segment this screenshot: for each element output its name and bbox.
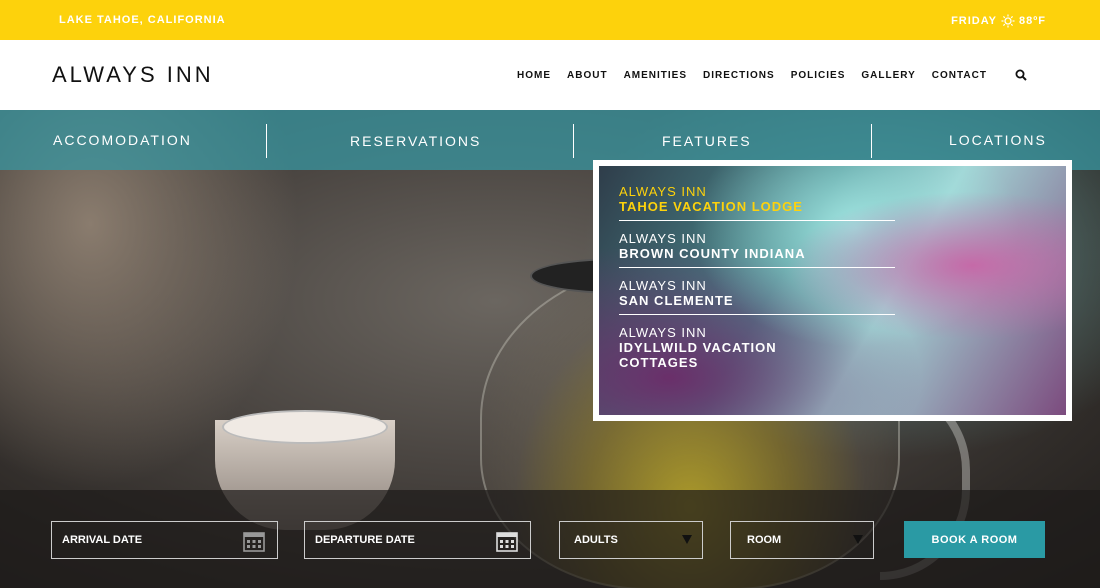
room-select-label: ROOM <box>747 534 782 546</box>
location-brand: ALWAYS INN <box>619 278 707 293</box>
location-label: LAKE TAHOE, CALIFORNIA <box>59 14 226 26</box>
sun-icon <box>1001 14 1015 28</box>
locations-dropdown-panel: ALWAYS INN TAHOE VACATION LODGE ALWAYS I… <box>599 166 1066 415</box>
chevron-down-icon <box>853 535 863 544</box>
subnav-features[interactable]: FEATURES <box>662 133 752 149</box>
location-item-san-clemente[interactable]: ALWAYS INN SAN CLEMENTE <box>619 278 895 315</box>
location-name: SAN CLEMENTE <box>619 293 734 308</box>
search-icon[interactable] <box>1015 69 1027 81</box>
teacup-rim <box>222 410 388 444</box>
chevron-down-icon <box>682 535 692 544</box>
nav-policies[interactable]: POLICIES <box>791 70 846 81</box>
weather-widget: FRIDAY 88ºF <box>951 14 1046 28</box>
nav-contact[interactable]: CONTACT <box>932 70 987 81</box>
subnav-locations[interactable]: LOCATIONS <box>949 132 1047 148</box>
booking-bar: ARRIVAL DATE DEPARTURE DATE ADULTS ROOM … <box>0 490 1100 588</box>
locations-dropdown: ALWAYS INN TAHOE VACATION LODGE ALWAYS I… <box>593 160 1072 421</box>
site-logo[interactable]: ALWAYS INN <box>52 62 214 88</box>
subnav-divider <box>266 124 267 158</box>
location-name: TAHOE VACATION LODGE <box>619 199 803 214</box>
subnav-divider <box>871 124 872 158</box>
adults-select-label: ADULTS <box>574 534 618 546</box>
departure-date-label: DEPARTURE DATE <box>315 534 415 546</box>
location-name: IDYLLWILD VACATION COTTAGES <box>619 340 777 370</box>
nav-gallery[interactable]: GALLERY <box>861 70 915 81</box>
weather-day: FRIDAY <box>951 15 998 27</box>
top-bar: LAKE TAHOE, CALIFORNIA FRIDAY 88ºF <box>0 0 1100 40</box>
location-name: BROWN COUNTY INDIANA <box>619 246 806 261</box>
subnav-divider <box>573 124 574 158</box>
subnav-reservations[interactable]: RESERVATIONS <box>350 133 481 149</box>
nav-about[interactable]: ABOUT <box>567 70 608 81</box>
nav-home[interactable]: HOME <box>517 70 551 81</box>
site-header: ALWAYS INN HOME ABOUT AMENITIES DIRECTIO… <box>0 40 1100 110</box>
location-brand: ALWAYS INN <box>619 184 707 199</box>
location-item-tahoe[interactable]: ALWAYS INN TAHOE VACATION LODGE <box>619 184 895 221</box>
location-brand: ALWAYS INN <box>619 231 707 246</box>
calendar-icon[interactable] <box>243 530 265 552</box>
calendar-icon[interactable] <box>496 530 518 552</box>
departure-date-input[interactable]: DEPARTURE DATE <box>304 521 531 559</box>
location-item-brown-county[interactable]: ALWAYS INN BROWN COUNTY INDIANA <box>619 231 895 268</box>
location-brand: ALWAYS INN <box>619 325 707 340</box>
nav-amenities[interactable]: AMENITIES <box>624 70 687 81</box>
location-item-idyllwild[interactable]: ALWAYS INN IDYLLWILD VACATION COTTAGES <box>619 325 819 376</box>
weather-temperature: 88ºF <box>1019 15 1046 27</box>
adults-select[interactable]: ADULTS <box>559 521 703 559</box>
subnav-accomodation[interactable]: ACCOMODATION <box>53 132 192 148</box>
arrival-date-input[interactable]: ARRIVAL DATE <box>51 521 278 559</box>
arrival-date-label: ARRIVAL DATE <box>62 534 143 546</box>
book-a-room-button[interactable]: BOOK A ROOM <box>904 521 1045 558</box>
main-nav: HOME ABOUT AMENITIES DIRECTIONS POLICIES… <box>517 69 1027 81</box>
room-select[interactable]: ROOM <box>730 521 874 559</box>
nav-directions[interactable]: DIRECTIONS <box>703 70 775 81</box>
